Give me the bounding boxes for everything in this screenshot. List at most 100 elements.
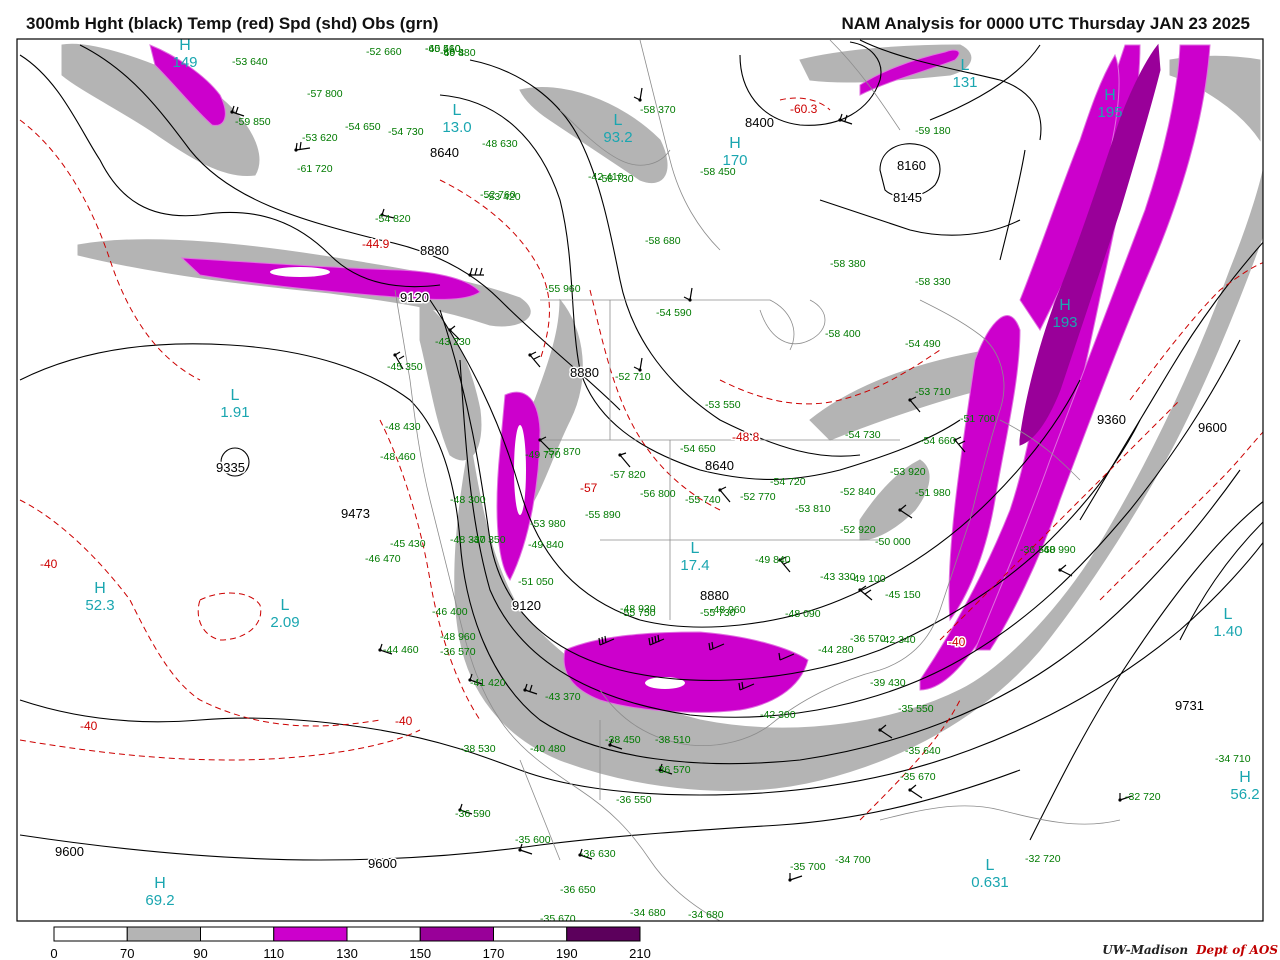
colorbar-bin bbox=[493, 926, 568, 942]
obs-station-label: -55 730 bbox=[700, 607, 736, 619]
obs-station-label: -35 670 bbox=[540, 913, 576, 925]
obs-station-label: -44 280 bbox=[818, 644, 854, 656]
pressure-center-value: 131 bbox=[952, 74, 977, 91]
height-contour-label: 8640 bbox=[705, 458, 734, 473]
credit-org: UW-Madison bbox=[1102, 943, 1189, 957]
obs-station-label: -52 770 bbox=[740, 491, 776, 503]
obs-station-label: -32 720 bbox=[1025, 853, 1061, 865]
obs-station-label: -36 570 bbox=[440, 646, 476, 658]
pressure-center-letter: L bbox=[614, 112, 623, 129]
obs-station-label: -57 870 bbox=[545, 446, 581, 458]
obs-station-label: -35 700 bbox=[790, 861, 826, 873]
obs-station-label: -43 230 bbox=[435, 336, 471, 348]
pressure-center-value: 2.09 bbox=[270, 614, 299, 631]
pressure-center-letter: H bbox=[154, 875, 166, 892]
obs-station-label: -35 550 bbox=[898, 703, 934, 715]
obs-station-label: -52 710 bbox=[615, 371, 651, 383]
obs-station-label: -48 430 bbox=[385, 421, 421, 433]
obs-station-label: -49 840 bbox=[755, 554, 791, 566]
pressure-center-letter: L bbox=[1224, 606, 1233, 623]
colorbar-bin bbox=[53, 926, 128, 942]
temperature-label: -40 bbox=[40, 557, 58, 571]
pressure-center-value: 56.2 bbox=[1230, 786, 1259, 803]
obs-station-label: -44 460 bbox=[383, 644, 419, 656]
obs-station-label: -53 980 bbox=[530, 518, 566, 530]
obs-station-label: -54 590 bbox=[656, 307, 692, 319]
temperature-label: -57 bbox=[580, 481, 598, 495]
obs-station-label: -59 180 bbox=[915, 125, 951, 137]
pressure-center-value: 195 bbox=[1097, 104, 1122, 121]
obs-station-label: -36 570 bbox=[655, 764, 691, 776]
pressure-center-value: 1.40 bbox=[1213, 623, 1242, 640]
obs-station-label: -47 350 bbox=[470, 534, 506, 546]
obs-station-label: -42 300 bbox=[760, 709, 796, 721]
obs-station-label: -53 550 bbox=[705, 399, 741, 411]
obs-station-label: -52 660 bbox=[366, 46, 402, 58]
pressure-center-letter: L bbox=[231, 387, 240, 404]
obs-station-label: -58 380 bbox=[830, 258, 866, 270]
wind-speed-colorbar: 0 70 90 110 130 150 170 190 210 bbox=[50, 926, 651, 960]
pressure-center-letter: L bbox=[986, 857, 995, 874]
colorbar-tick-label: 110 bbox=[263, 946, 284, 960]
height-contour-label: 9360 bbox=[1097, 412, 1126, 427]
obs-station-label: -36 560 bbox=[1020, 544, 1056, 556]
height-contour-label: 9600 bbox=[368, 856, 397, 871]
obs-station-label: -34 680 bbox=[630, 907, 666, 919]
temperature-label: -40 bbox=[395, 714, 413, 728]
height-contour-label: 8880 bbox=[570, 365, 599, 380]
obs-station-label: -51 700 bbox=[960, 413, 996, 425]
pressure-center-letter: H bbox=[1104, 87, 1116, 104]
obs-station-label: -41 420 bbox=[470, 677, 506, 689]
obs-station-label: -53 920 bbox=[890, 466, 926, 478]
obs-station-label: -58 330 bbox=[915, 276, 951, 288]
obs-station-label: -32 720 bbox=[1125, 791, 1161, 803]
obs-station-label: -38 510 bbox=[655, 734, 691, 746]
obs-station-label: -55 750 bbox=[620, 607, 656, 619]
obs-station-label: -39 430 bbox=[870, 677, 906, 689]
obs-station-label: -43 330 bbox=[820, 571, 856, 583]
obs-station-label: -53 420 bbox=[485, 191, 521, 203]
pressure-center-value: 69.2 bbox=[145, 892, 174, 909]
weather-map: -60 510-60 4-58 370-58 450-58 730-58 680… bbox=[16, 38, 1264, 960]
colorbar-bin bbox=[200, 926, 275, 942]
pressure-center-letter: L bbox=[453, 102, 462, 119]
obs-station-label: -54 650 bbox=[680, 443, 716, 455]
obs-station-label: -53 620 bbox=[302, 132, 338, 144]
colorbar-bin bbox=[126, 926, 201, 942]
obs-station-label: -54 820 bbox=[375, 213, 411, 225]
credit-dept: Dept of AOS bbox=[1196, 943, 1278, 957]
pressure-center-letter: L bbox=[691, 540, 700, 557]
obs-station-label: -54 660 bbox=[920, 435, 956, 447]
obs-station-label: -61 720 bbox=[297, 163, 333, 175]
pressure-center-value: 193 bbox=[1052, 314, 1077, 331]
pressure-center-letter: H bbox=[1059, 297, 1071, 314]
obs-station-label: -55 740 bbox=[685, 494, 721, 506]
pressure-center-value: 17.4 bbox=[680, 557, 709, 574]
obs-station-label: -46 470 bbox=[365, 553, 401, 565]
pressure-center-value: 13.0 bbox=[442, 119, 471, 136]
colorbar-tick-label: 90 bbox=[193, 946, 207, 960]
obs-station-label: -36 650 bbox=[560, 884, 596, 896]
obs-station-label: -38 450 bbox=[605, 734, 641, 746]
temperature-label: -44.9 bbox=[362, 237, 390, 251]
temperature-label: -48.8 bbox=[732, 430, 760, 444]
obs-station-label: -57 820 bbox=[610, 469, 646, 481]
obs-station-label: -35 640 bbox=[905, 745, 941, 757]
obs-station-label: -35 670 bbox=[900, 771, 936, 783]
obs-station-label: -51 980 bbox=[915, 487, 951, 499]
obs-station-label: -55 960 bbox=[545, 283, 581, 295]
pressure-center-letter: H bbox=[729, 135, 741, 152]
obs-station-label: -58 370 bbox=[640, 104, 676, 116]
obs-station-label: -50 000 bbox=[875, 536, 911, 548]
obs-station-label: -51 050 bbox=[518, 576, 554, 588]
obs-station-label: -54 730 bbox=[845, 429, 881, 441]
pressure-center-value: 0.631 bbox=[971, 874, 1009, 891]
obs-station-label: -54 490 bbox=[905, 338, 941, 350]
obs-station-label: -45 350 bbox=[387, 361, 423, 373]
height-contour-label: 8145 bbox=[893, 190, 922, 205]
height-contour-label: 9600 bbox=[1198, 420, 1227, 435]
obs-station-label: -49 880 bbox=[440, 47, 476, 59]
obs-station-label: -43 370 bbox=[545, 691, 581, 703]
obs-station-label: -52 840 bbox=[840, 486, 876, 498]
obs-station-label: -59 850 bbox=[235, 116, 271, 128]
